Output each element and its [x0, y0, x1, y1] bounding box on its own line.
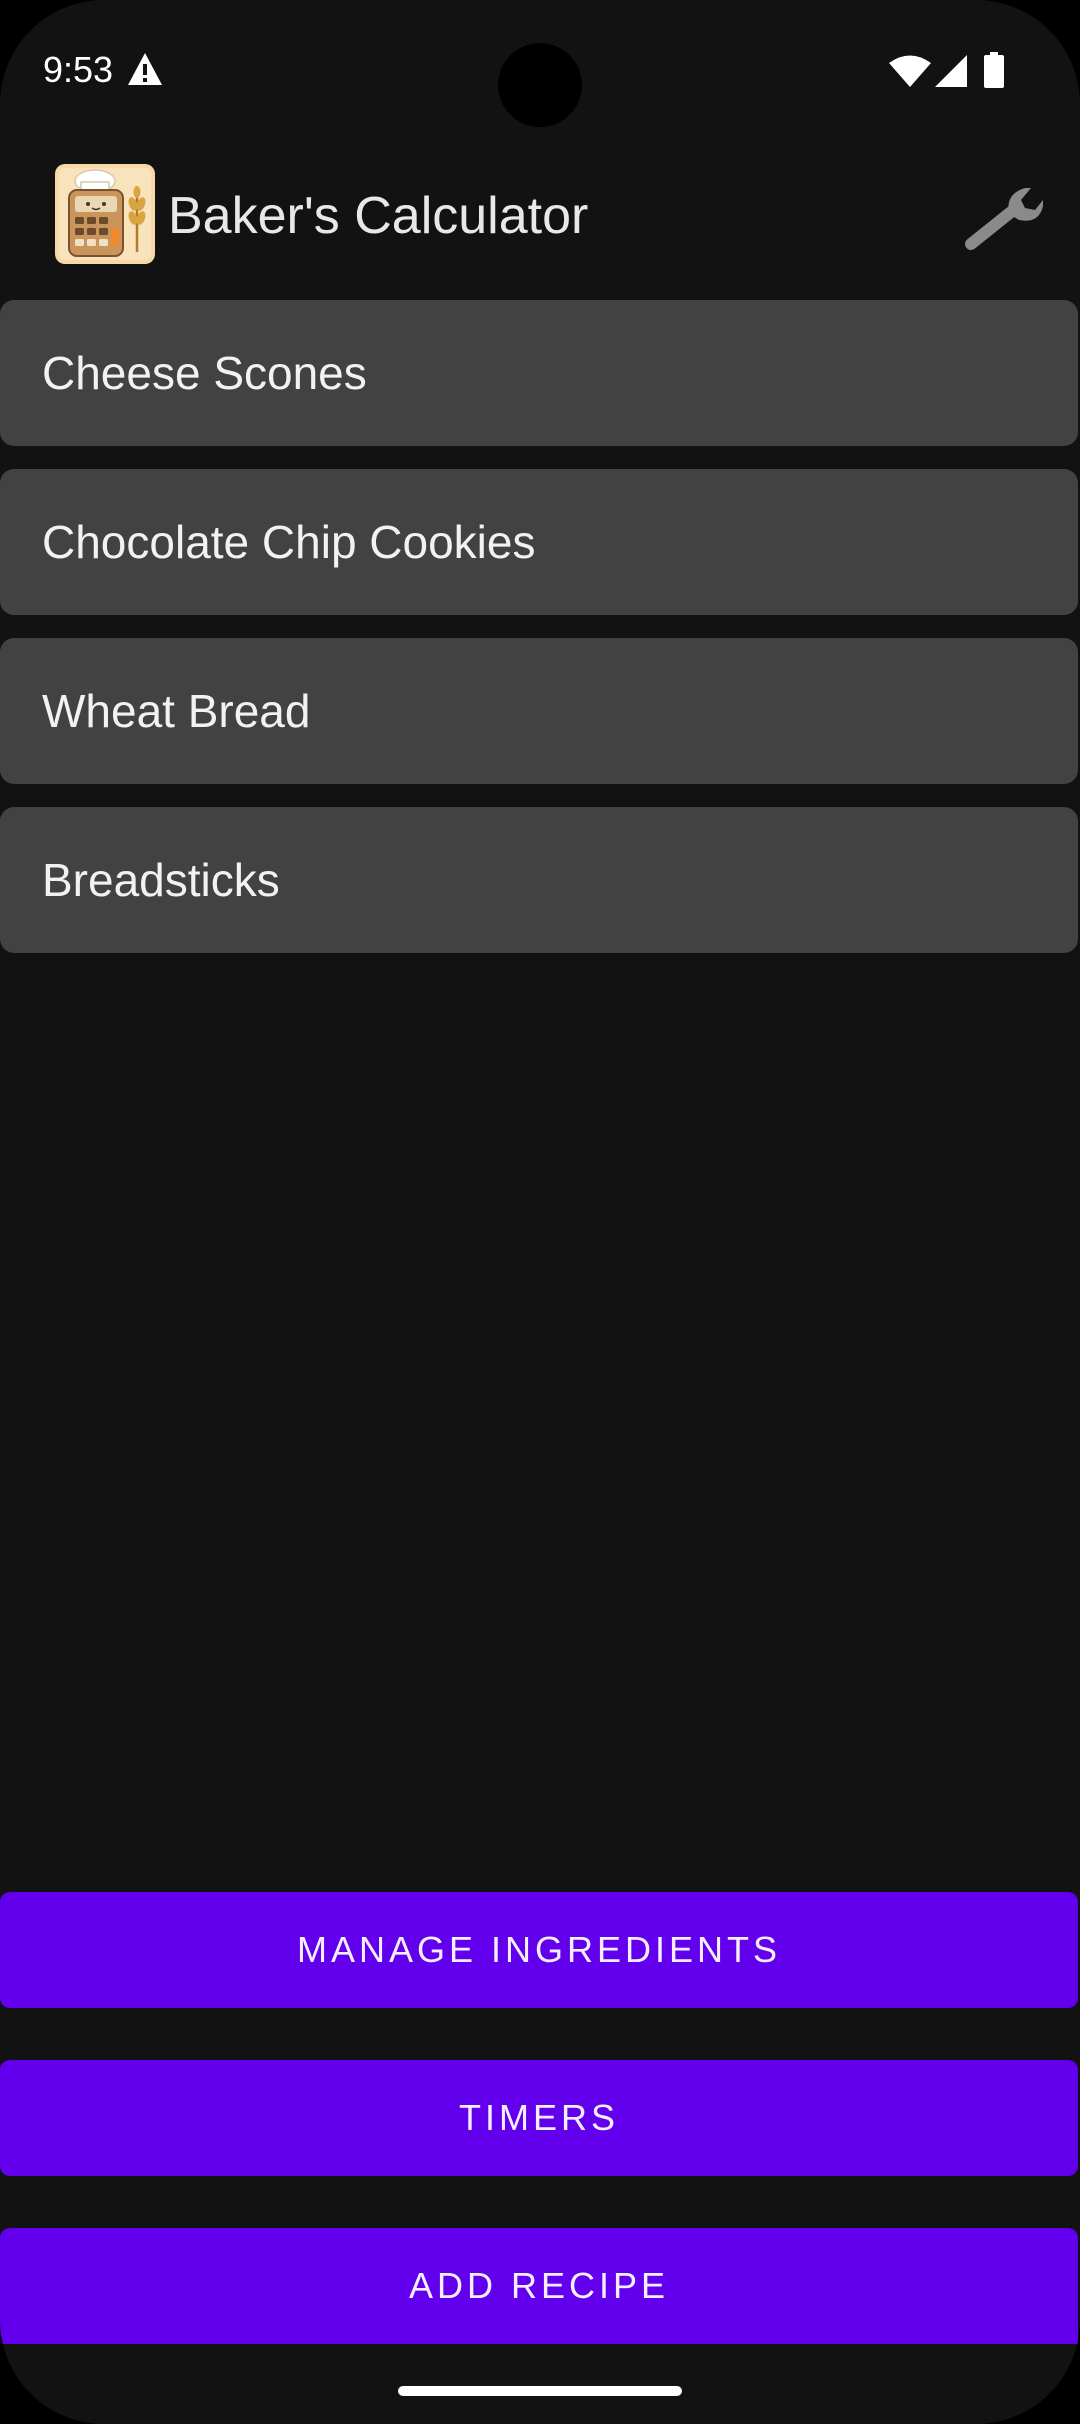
warning-icon [128, 53, 162, 85]
home-indicator[interactable] [398, 2386, 682, 2396]
status-time: 9:53 [43, 49, 114, 90]
recipe-name: Breadsticks [42, 854, 280, 906]
recipe-name: Cheese Scones [42, 347, 367, 399]
timers-label: TIMERS [458, 2097, 619, 2138]
recipe-name: Wheat Bread [42, 685, 311, 737]
app-bar: Baker's Calculator [0, 140, 1080, 294]
wrench-icon [965, 188, 1043, 250]
recipe-item[interactable]: Wheat Bread [0, 638, 1078, 784]
app-title: Baker's Calculator [168, 187, 589, 245]
settings-button[interactable] [965, 182, 1045, 258]
battery-icon [984, 52, 1004, 88]
app-screen: 9:53 Baker's Calculator Cheese Scones Ch… [0, 0, 1080, 2424]
signal-icon [935, 55, 967, 87]
recipe-item[interactable]: Chocolate Chip Cookies [0, 469, 1078, 615]
camera-cutout [498, 43, 582, 127]
status-bar: 9:53 [0, 0, 1080, 140]
add-recipe-button[interactable]: ADD RECIPE [0, 2228, 1078, 2344]
manage-ingredients-label: MANAGE INGREDIENTS [296, 1929, 782, 1970]
timers-button[interactable]: TIMERS [0, 2060, 1078, 2176]
wifi-icon [889, 55, 931, 87]
add-recipe-label: ADD RECIPE [408, 2265, 670, 2306]
recipe-name: Chocolate Chip Cookies [42, 516, 536, 568]
recipe-list: Cheese Scones Chocolate Chip Cookies Whe… [0, 300, 1080, 976]
recipe-item[interactable]: Cheese Scones [0, 300, 1078, 446]
recipe-item[interactable]: Breadsticks [0, 807, 1078, 953]
calculator-chef-logo [55, 164, 155, 264]
manage-ingredients-button[interactable]: MANAGE INGREDIENTS [0, 1892, 1078, 2008]
